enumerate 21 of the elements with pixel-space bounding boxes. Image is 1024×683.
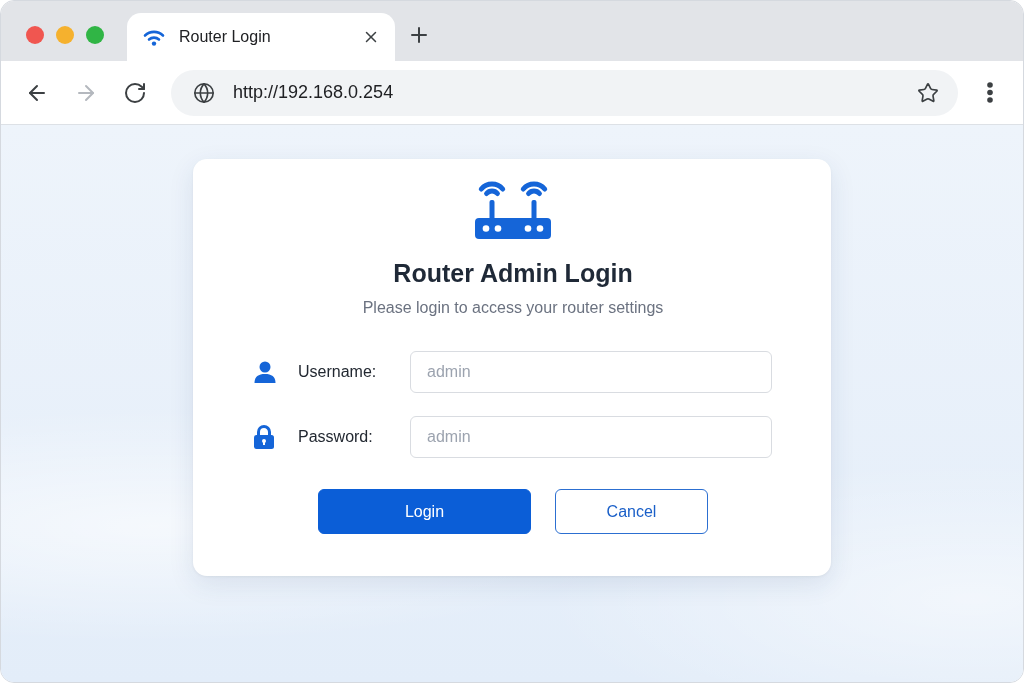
close-dot-icon[interactable] (26, 26, 44, 44)
url-text: http://192.168.0.254 (233, 82, 395, 103)
cancel-button[interactable]: Cancel (555, 489, 708, 534)
browser-tab[interactable]: Router Login (127, 13, 395, 61)
lock-icon (254, 425, 274, 449)
login-button[interactable]: Login (318, 489, 531, 534)
reload-icon (123, 80, 147, 105)
maximize-dot-icon[interactable] (86, 26, 104, 44)
password-field[interactable]: admin (410, 416, 772, 458)
user-icon (254, 361, 276, 383)
address-bar[interactable]: http://192.168.0.254 (171, 69, 958, 116)
globe-icon (193, 81, 215, 104)
username-field[interactable]: admin (410, 351, 772, 393)
login-title: Router Admin Login (393, 258, 633, 288)
field-label: Password: (298, 428, 374, 446)
minimize-dot-icon[interactable] (56, 26, 74, 44)
wifi-icon (143, 28, 165, 46)
router-icon (475, 181, 551, 239)
more-menu-icon (987, 82, 993, 103)
login-subtitle: Please login to access your router settings (362, 298, 664, 318)
field-label: Username: (298, 363, 378, 381)
